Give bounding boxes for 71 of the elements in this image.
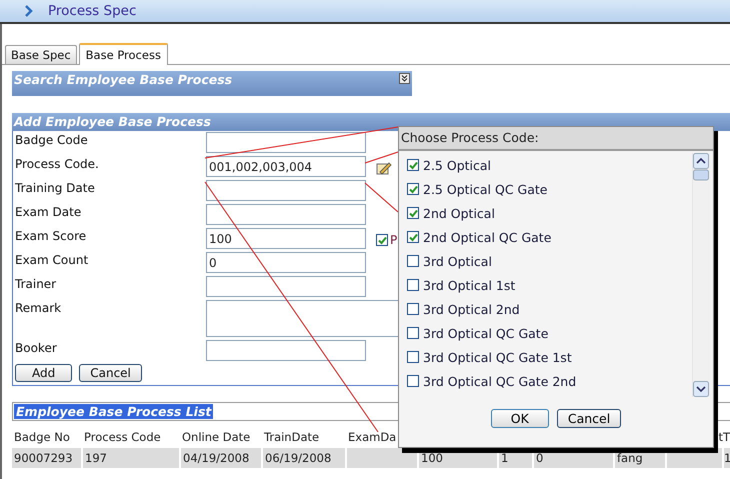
column-header: ExamDa [348, 430, 396, 444]
edit-icon[interactable] [376, 161, 392, 175]
table-cell: 04/19/2008 [183, 451, 250, 465]
option-label[interactable]: 3rd Optical QC Gate [423, 326, 548, 340]
option-label[interactable]: 3rd Optical 1st [423, 278, 516, 292]
table-cell: 100 [421, 451, 443, 465]
option-label[interactable]: 3rd Optical QC Gate 2nd [423, 374, 576, 388]
field-label: Booker [15, 340, 58, 355]
column-header: TrainDate [264, 430, 320, 444]
tab[interactable]: Base Spec [5, 45, 77, 64]
table-cell: 90007293 [14, 451, 73, 465]
dialog-title: Choose Process Code: [399, 127, 713, 151]
option-label[interactable]: 2.5 Optical [423, 158, 492, 172]
column-header: Process Code [84, 430, 161, 444]
option-label[interactable]: 3rd Optical 2nd [423, 302, 520, 316]
field-label: Badge Code [15, 132, 89, 147]
option-label[interactable]: 2.5 Optical QC Gate [423, 182, 548, 196]
input-field[interactable] [206, 132, 366, 153]
dialog-button[interactable]: OK [490, 409, 549, 428]
checkbox[interactable] [376, 234, 388, 246]
section-title: Add Employee Base Process [14, 114, 211, 129]
option-label[interactable]: 2nd Optical QC Gate [423, 230, 552, 244]
option-label[interactable]: 3rd Optical [423, 254, 492, 268]
checkbox-label: P [390, 233, 398, 247]
checkbox[interactable] [407, 255, 419, 267]
field-label: Process Code. [15, 156, 100, 171]
field-label: Exam Count [15, 252, 90, 267]
field-label: Exam Date [15, 204, 82, 219]
input-field[interactable] [206, 204, 366, 225]
input-field[interactable] [206, 340, 366, 361]
table-cell: 06/19/2008 [265, 451, 332, 465]
field-label: Training Date [15, 180, 96, 195]
list-title: Employee Base Process List [14, 404, 214, 419]
input-field[interactable] [206, 180, 366, 201]
scroll-down-icon[interactable] [693, 381, 709, 397]
input-field[interactable]: 001,002,003,004 [206, 156, 366, 177]
checkbox[interactable] [407, 207, 419, 219]
table-cell: fang [617, 451, 643, 465]
expand-icon[interactable] [399, 73, 410, 84]
input-field[interactable] [206, 276, 366, 297]
field-label: Exam Score [15, 228, 88, 243]
option-label[interactable]: 3rd Optical QC Gate 1st [423, 350, 572, 364]
field-label: Remark [15, 300, 62, 315]
checkbox[interactable] [407, 159, 419, 171]
checkbox[interactable] [407, 351, 419, 363]
column-header: t [718, 430, 723, 444]
scrollbar[interactable] [692, 153, 710, 397]
table-cell: 0 [536, 451, 544, 465]
section-title: Search Employee Base Process [14, 72, 232, 87]
input-field[interactable]: 0 [206, 252, 366, 273]
checkbox[interactable] [407, 375, 419, 387]
column-header: Online Date [182, 430, 250, 444]
form-button[interactable]: Add [15, 364, 72, 382]
checkbox[interactable] [407, 231, 419, 243]
chevron-icon [24, 5, 34, 17]
checkbox[interactable] [407, 183, 419, 195]
form-button[interactable]: Cancel [79, 364, 142, 382]
page-title: Process Spec [48, 3, 136, 19]
field-label: Trainer [15, 276, 58, 291]
checkbox[interactable] [407, 327, 419, 339]
input-field[interactable]: 100 [206, 228, 366, 249]
checkbox[interactable] [407, 279, 419, 291]
table-cell: 1 [501, 451, 508, 465]
table-cell: 197 [85, 451, 107, 465]
checkbox[interactable] [407, 303, 419, 315]
column-header: Badge No [14, 430, 70, 444]
column-header: T [723, 430, 730, 444]
option-label[interactable]: 2nd Optical [423, 206, 495, 220]
table-cell: 1 [724, 451, 730, 465]
tab[interactable]: Base Process [78, 43, 168, 65]
dialog-button[interactable]: Cancel [556, 409, 622, 428]
